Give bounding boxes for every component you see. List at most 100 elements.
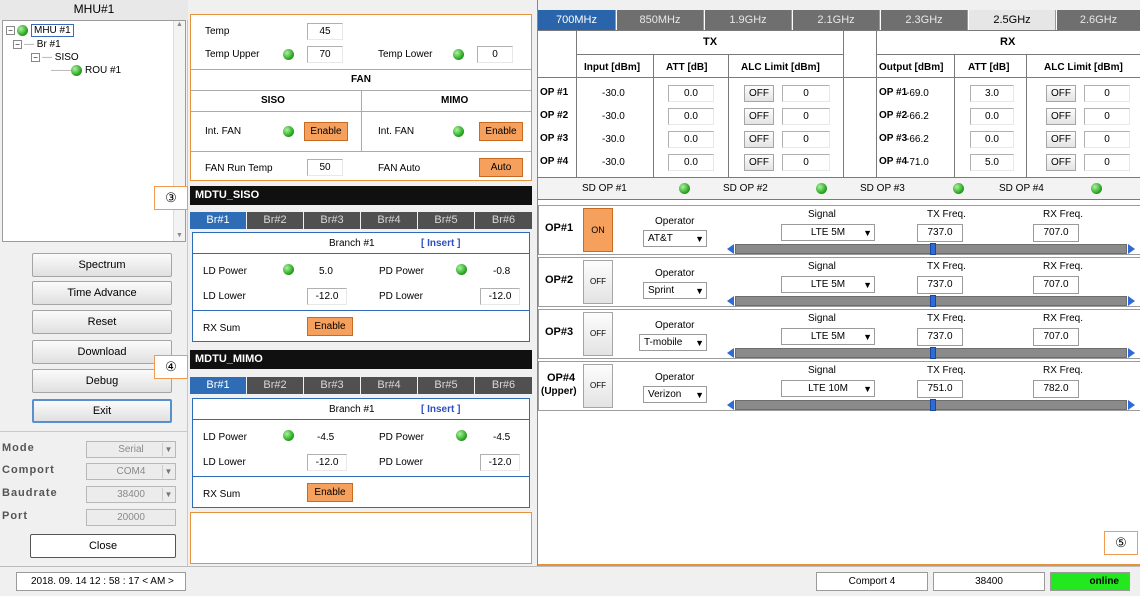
collapse-icon[interactable]: −: [31, 52, 40, 62]
tab-siso-br3[interactable]: Br#3: [304, 212, 360, 229]
slider-right-icon[interactable]: [1128, 296, 1135, 306]
baudrate-select[interactable]: 38400 ▼: [86, 486, 176, 503]
signal-select[interactable]: LTE 5M ▼: [781, 328, 875, 345]
operator-select[interactable]: Verizon ▼: [643, 386, 707, 403]
op4-off-button[interactable]: OFF: [583, 364, 613, 408]
tab-siso-br2[interactable]: Br#2: [247, 212, 303, 229]
signal-select[interactable]: LTE 5M ▼: [781, 224, 875, 241]
chevron-down-icon[interactable]: ▼: [863, 278, 872, 293]
slider-left-icon[interactable]: [727, 348, 734, 358]
chevron-down-icon[interactable]: ▼: [695, 284, 704, 299]
chevron-down-icon[interactable]: ▼: [162, 488, 174, 501]
tree-node-mhu[interactable]: − MHU #1: [6, 24, 74, 37]
reset-button[interactable]: Reset: [32, 310, 172, 334]
rx-alc-off-button[interactable]: OFF: [1046, 154, 1076, 171]
pd-lower-input[interactable]: -12.0: [480, 288, 520, 305]
temp-lower-input[interactable]: 0: [477, 46, 513, 63]
collapse-icon[interactable]: −: [6, 25, 15, 35]
op3-off-button[interactable]: OFF: [583, 312, 613, 356]
tx-alc-off-button[interactable]: OFF: [744, 131, 774, 148]
debug-button[interactable]: Debug: [32, 369, 172, 393]
tree-node-br[interactable]: − — Br #1: [13, 38, 61, 51]
tx-att-input[interactable]: 0.0: [668, 108, 714, 125]
signal-select[interactable]: LTE 10M ▼: [781, 380, 875, 397]
chevron-down-icon[interactable]: ▼: [695, 388, 704, 403]
collapse-icon[interactable]: −: [13, 39, 22, 49]
operator-select[interactable]: AT&T ▼: [643, 230, 707, 247]
rx-alc-input[interactable]: 0: [1084, 85, 1130, 102]
slider-thumb[interactable]: [930, 243, 936, 255]
siso-fan-enable-button[interactable]: Enable: [304, 122, 348, 141]
rx-alc-input[interactable]: 0: [1084, 108, 1130, 125]
tab-700mhz[interactable]: 700MHz: [538, 10, 616, 30]
tx-alc-input[interactable]: 0: [782, 154, 830, 171]
slider-left-icon[interactable]: [727, 296, 734, 306]
chevron-down-icon[interactable]: ▼: [695, 232, 704, 247]
rx-alc-input[interactable]: 0: [1084, 131, 1130, 148]
rx-att-input[interactable]: 0.0: [970, 131, 1014, 148]
slider-right-icon[interactable]: [1128, 348, 1135, 358]
tx-att-input[interactable]: 0.0: [668, 131, 714, 148]
rx-alc-input[interactable]: 0: [1084, 154, 1130, 171]
port-input[interactable]: 20000: [86, 509, 176, 526]
scroll-up-icon[interactable]: ▲: [174, 21, 185, 28]
rx-att-input[interactable]: 0.0: [970, 108, 1014, 125]
ld-lower-input[interactable]: -12.0: [307, 288, 347, 305]
rx-alc-off-button[interactable]: OFF: [1046, 108, 1076, 125]
rx-att-input[interactable]: 5.0: [970, 154, 1014, 171]
time-advance-button[interactable]: Time Advance: [32, 281, 172, 305]
download-button[interactable]: Download: [32, 340, 172, 364]
chevron-down-icon[interactable]: ▼: [863, 330, 872, 345]
tx-att-input[interactable]: 0.0: [668, 154, 714, 171]
slider-left-icon[interactable]: [727, 400, 734, 410]
chevron-down-icon[interactable]: ▼: [863, 382, 872, 397]
slider-thumb[interactable]: [930, 347, 936, 359]
tab-2-1ghz[interactable]: 2.1GHz: [793, 10, 880, 30]
tx-alc-off-button[interactable]: OFF: [744, 108, 774, 125]
slider-right-icon[interactable]: [1128, 400, 1135, 410]
tab-2-5ghz[interactable]: 2.5GHz: [969, 10, 1056, 30]
tab-mimo-br4[interactable]: Br#4: [361, 377, 417, 394]
tree-node-rou[interactable]: —— ROU #1: [51, 64, 121, 77]
tx-att-input[interactable]: 0.0: [668, 85, 714, 102]
tx-alc-off-button[interactable]: OFF: [744, 154, 774, 171]
pd-lower-input[interactable]: -12.0: [480, 454, 520, 471]
close-button[interactable]: Close: [30, 534, 176, 558]
chevron-down-icon[interactable]: ▼: [162, 443, 174, 456]
tab-mimo-br6[interactable]: Br#6: [475, 377, 532, 394]
fan-auto-button[interactable]: Auto: [479, 158, 523, 177]
slider-thumb[interactable]: [930, 295, 936, 307]
slider-thumb[interactable]: [930, 399, 936, 411]
chevron-down-icon[interactable]: ▼: [162, 465, 174, 478]
siso-rx-sum-enable-button[interactable]: Enable: [307, 317, 353, 336]
tab-mimo-br2[interactable]: Br#2: [247, 377, 303, 394]
op1-on-button[interactable]: ON: [583, 208, 613, 252]
tx-alc-input[interactable]: 0: [782, 108, 830, 125]
ld-lower-input[interactable]: -12.0: [307, 454, 347, 471]
tab-2-3ghz[interactable]: 2.3GHz: [881, 10, 968, 30]
op2-off-button[interactable]: OFF: [583, 260, 613, 304]
rx-alc-off-button[interactable]: OFF: [1046, 85, 1076, 102]
fan-run-temp-input[interactable]: 50: [307, 159, 343, 176]
tab-mimo-br3[interactable]: Br#3: [304, 377, 360, 394]
slider-right-icon[interactable]: [1128, 244, 1135, 254]
mode-select[interactable]: Serial ▼: [86, 441, 176, 458]
comport-select[interactable]: COM4 ▼: [86, 463, 176, 480]
chevron-down-icon[interactable]: ▼: [695, 336, 704, 351]
tab-mimo-br1[interactable]: Br#1: [190, 377, 246, 394]
tx-alc-input[interactable]: 0: [782, 85, 830, 102]
chevron-down-icon[interactable]: ▼: [863, 226, 872, 241]
operator-select[interactable]: T-mobile ▼: [639, 334, 707, 351]
tab-siso-br4[interactable]: Br#4: [361, 212, 417, 229]
spectrum-button[interactable]: Spectrum: [32, 253, 172, 277]
mimo-fan-enable-button[interactable]: Enable: [479, 122, 523, 141]
tree-node-siso[interactable]: − — SISO: [31, 51, 79, 64]
tx-alc-off-button[interactable]: OFF: [744, 85, 774, 102]
rx-alc-off-button[interactable]: OFF: [1046, 131, 1076, 148]
signal-select[interactable]: LTE 5M ▼: [781, 276, 875, 293]
tab-mimo-br5[interactable]: Br#5: [418, 377, 474, 394]
operator-select[interactable]: Sprint ▼: [643, 282, 707, 299]
tab-siso-br1[interactable]: Br#1: [190, 212, 246, 229]
temp-upper-input[interactable]: 70: [307, 46, 343, 63]
slider-left-icon[interactable]: [727, 244, 734, 254]
